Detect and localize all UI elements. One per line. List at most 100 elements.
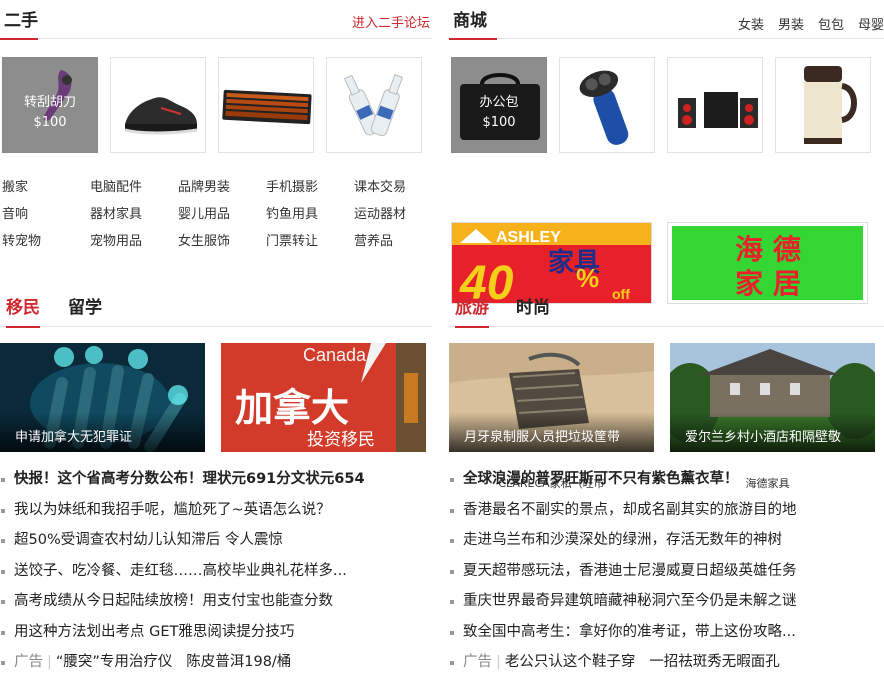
ad-link[interactable]: 陈皮普洱198/桶 xyxy=(186,654,291,670)
tag-link[interactable]: 品牌男装 xyxy=(178,176,266,195)
ad-row: 广告 | “腰突”专用治疗仪 陈皮普洱198/桶 xyxy=(0,648,432,679)
mall-title-text: 商城 xyxy=(453,11,487,31)
sign-sub-text: 投资移民 xyxy=(307,430,375,450)
sneaker-thumb[interactable] xyxy=(110,57,206,153)
photo-card[interactable]: Canada 加拿大 投资移民 xyxy=(221,343,426,452)
ad-label: 广告 xyxy=(14,654,43,670)
ershou-title-text: 二手 xyxy=(4,11,38,31)
news-item[interactable]: 夏天超带感玩法，香港迪士尼漫威夏日超级英雄任务 xyxy=(449,557,884,588)
category-link[interactable]: 男装 xyxy=(778,18,804,33)
tag-link[interactable]: 运动器材 xyxy=(354,203,442,222)
news-item[interactable]: 高考成绩从今日起陆续放榜！用支付宝也能查分数 xyxy=(0,587,432,618)
mall-categories: 女装 男装 包包 母婴 xyxy=(724,14,884,33)
category-link[interactable]: 包包 xyxy=(818,18,844,33)
ad-row: 广告 | 老公只认这个鞋子穿 一招祛斑秀无暇面孔 xyxy=(449,648,884,679)
tag-link[interactable]: 电脑配件 xyxy=(90,176,178,195)
tab-immigration-label: 移民 xyxy=(6,298,40,318)
tag-link[interactable]: 女生服饰 xyxy=(178,230,266,249)
speakers-thumb[interactable] xyxy=(667,57,763,153)
ershou-tags: 搬家 电脑配件 品牌男装 手机摄影 课本交易 音响 器材家具 婴儿用品 钓鱼用具 运动器材 转宠… xyxy=(2,176,442,257)
tab-study-abroad[interactable]: 留学 xyxy=(68,293,102,327)
ershou-forum-link[interactable]: 进入二手论坛 xyxy=(352,12,430,31)
title-underline xyxy=(449,38,497,40)
ad-link[interactable]: 老公只认这个鞋子穿 xyxy=(505,654,636,670)
photo-card[interactable]: 申请加拿大无犯罪证 xyxy=(0,343,205,452)
news-item[interactable]: 快报！这个省高考分数公布！理状元691分文状元654 xyxy=(0,465,432,496)
ershou-header: 二手 进入二手论坛 xyxy=(0,0,432,40)
sneaker-image xyxy=(124,97,198,135)
tag-row: 搬家 电脑配件 品牌男装 手机摄影 课本交易 xyxy=(2,176,442,203)
ershou-featured-item[interactable]: 转刮胡刀 $100 xyxy=(2,57,98,153)
sign-top-text: Canada xyxy=(303,345,367,365)
photo-card[interactable]: 月牙泉制服人员把垃圾筐带 xyxy=(449,343,654,452)
tab-travel-label: 旅游 xyxy=(455,298,489,318)
tag-row: 转宠物 宠物用品 女生服饰 门票转让 营养品 xyxy=(2,230,442,257)
tab-fashion[interactable]: 时尚 xyxy=(516,293,550,327)
tag-link[interactable]: 手机摄影 xyxy=(266,176,354,195)
immigration-news-list: 快报！这个省高考分数公布！理状元691分文状元654 我以为妹纸和我招手呢，尴尬… xyxy=(0,465,432,679)
speakers-image xyxy=(678,92,758,128)
news-item[interactable]: 用这种方法划出考点 GET雅思阅读提分技巧 xyxy=(0,618,432,649)
news-item[interactable]: 全球浪漫的普罗旺斯可不只有紫色薰衣草！ xyxy=(449,465,884,496)
ad-link[interactable]: 一招祛斑秀无暇面孔 xyxy=(649,654,780,670)
tag-link[interactable]: 婴儿用品 xyxy=(178,203,266,222)
keyboard-image xyxy=(222,89,312,125)
tab-underline xyxy=(6,326,40,328)
kettle-image xyxy=(804,66,857,144)
tab-immigration[interactable]: 移民 xyxy=(6,293,40,328)
tab-travel[interactable]: 旅游 xyxy=(455,293,489,328)
tab-study-label: 留学 xyxy=(68,298,102,318)
category-link[interactable]: 母婴 xyxy=(858,18,884,33)
travel-news-list: 全球浪漫的普罗旺斯可不只有紫色薰衣草！ 香港最名不副实的景点，却成名副其实的旅游… xyxy=(449,465,884,679)
featured-name: 办公包 xyxy=(479,95,519,110)
sign-main-text: 加拿大 xyxy=(235,386,349,430)
ashley-brand: ASHLEY xyxy=(496,229,561,246)
ad-label: 广告 xyxy=(463,654,492,670)
tab-fashion-label: 时尚 xyxy=(516,298,550,318)
tag-link[interactable]: 音响 xyxy=(2,203,90,222)
tag-link[interactable]: 营养品 xyxy=(354,230,442,249)
mall-title[interactable]: 商城 xyxy=(449,6,497,40)
tag-link[interactable]: 转宠物 xyxy=(2,230,90,249)
news-item[interactable]: 致全国中高考生：拿好你的准考证，带上这份攻略... xyxy=(449,618,884,649)
news-item[interactable]: 走进乌兰布和沙漠深处的绿洲，存活无数年的神树 xyxy=(449,526,884,557)
bottles-thumb[interactable] xyxy=(326,57,422,153)
tag-link[interactable]: 门票转让 xyxy=(266,230,354,249)
featured-name: 转刮胡刀 xyxy=(23,95,76,110)
mall-featured-item[interactable]: 办公包 $100 xyxy=(451,57,547,153)
right-column: 商城 女装 男装 包包 母婴 办公包 $100 ASHLEY 家具 40 % o… xyxy=(449,0,884,670)
tag-link[interactable]: 搬家 xyxy=(2,176,90,195)
tag-link[interactable]: 钓鱼用具 xyxy=(266,203,354,222)
featured-price: $100 xyxy=(33,115,67,130)
news-item[interactable]: 超50%受调查农村幼儿认知滞后 令人震惊 xyxy=(0,526,432,557)
category-link[interactable]: 女装 xyxy=(738,18,764,33)
travel-tabs: 旅游 时尚 xyxy=(449,289,884,328)
left-column: 二手 进入二手论坛 转刮胡刀 $100 搬家 电脑配件 品牌男装 手机摄影 课本… xyxy=(0,0,432,670)
photo-caption: 爱尔兰乡村小酒店和隔壁敬 xyxy=(670,412,875,452)
haide-line1: 海 德 xyxy=(735,233,801,266)
photo-caption: 月牙泉制服人员把垃圾筐带 xyxy=(449,412,654,452)
photo-card[interactable]: 爱尔兰乡村小酒店和隔壁敬 xyxy=(670,343,875,452)
immigration-tabs: 移民 留学 xyxy=(0,289,432,328)
razor-image xyxy=(579,70,629,145)
tag-link[interactable]: 宠物用品 xyxy=(90,230,178,249)
mall-header: 商城 女装 男装 包包 母婴 xyxy=(449,0,884,40)
keyboard-thumb[interactable] xyxy=(218,57,314,153)
ad-link[interactable]: “腰突”专用治疗仪 xyxy=(56,654,173,670)
tag-row: 音响 器材家具 婴儿用品 钓鱼用具 运动器材 xyxy=(2,203,442,230)
canada-sign-image: Canada 加拿大 投资移民 xyxy=(221,343,426,452)
title-underline xyxy=(0,38,38,40)
ershou-title[interactable]: 二手 xyxy=(0,6,42,40)
news-item[interactable]: 重庆世界最奇异建筑暗藏神秘洞穴至今仍是未解之谜 xyxy=(449,587,884,618)
bottles-image xyxy=(343,74,404,137)
photo-caption: 申请加拿大无犯罪证 xyxy=(0,412,205,452)
featured-price: $100 xyxy=(482,115,516,130)
news-item[interactable]: 香港最名不副实的景点，却成名副其实的旅游目的地 xyxy=(449,496,884,527)
tag-link[interactable]: 课本交易 xyxy=(354,176,442,195)
tag-link[interactable]: 器材家具 xyxy=(90,203,178,222)
news-item[interactable]: 送饺子、吃冷餐、走红毯……高校毕业典礼花样多... xyxy=(0,557,432,588)
kettle-thumb[interactable] xyxy=(775,57,871,153)
razor-thumb[interactable] xyxy=(559,57,655,153)
news-item[interactable]: 我以为妹纸和我招手呢，尴尬死了~英语怎么说？ xyxy=(0,496,432,527)
tab-underline xyxy=(455,326,489,328)
